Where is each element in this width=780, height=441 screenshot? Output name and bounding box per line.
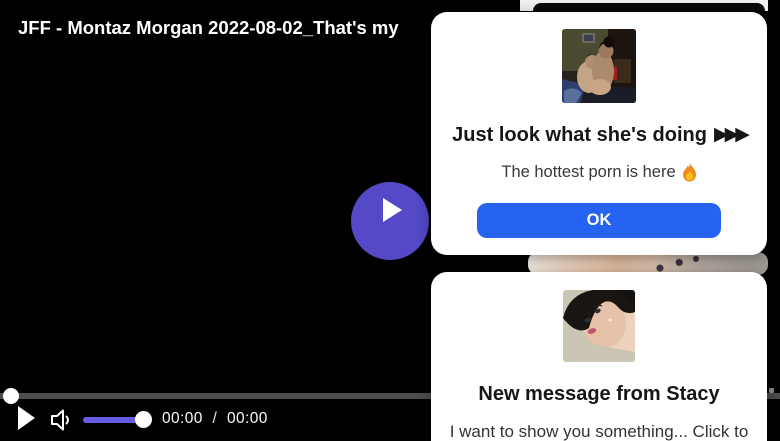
duration: 00:00 (226, 410, 268, 427)
sidebar-thumbnail-top-edge (533, 3, 765, 11)
sidebar-background (520, 0, 768, 11)
progress-thumb[interactable] (3, 388, 19, 404)
scrollbar-dot (769, 388, 774, 393)
volume-slider[interactable] (83, 411, 152, 428)
time-display: 00:00 / 00:00 (162, 410, 268, 428)
video-page: JFF - Montaz Morgan 2022-08-02_That's my… (0, 0, 780, 441)
popup1-heading-text: Just look what she's doing (452, 124, 707, 146)
popup1-body-text: The hottest porn is here (501, 163, 676, 181)
volume-icon (51, 409, 69, 431)
mute-button[interactable] (50, 407, 74, 438)
volume-thumb[interactable] (135, 411, 152, 428)
popup-ad-1: Just look what she's doing ▶▶▶ The hotte… (431, 12, 767, 255)
big-play-button[interactable] (351, 182, 429, 260)
popup2-thumbnail[interactable] (563, 290, 635, 362)
popup1-heading: Just look what she's doing ▶▶▶ (452, 122, 750, 148)
popup2-heading: New message from Stacy (478, 381, 719, 407)
popup2-heading-text: New message from Stacy (478, 383, 720, 405)
ok-button[interactable]: OK (477, 203, 721, 238)
woman-face-graphic (563, 290, 635, 362)
play-button[interactable] (18, 406, 35, 430)
triple-arrow-icon: ▶▶▶ (713, 124, 750, 145)
popup1-thumbnail[interactable] (562, 29, 636, 103)
popup2-body: I want to show you something... Click to (450, 421, 749, 441)
popup2-body-text: I want to show you something... Click to (449, 422, 749, 441)
popup1-body: The hottest porn is here (501, 161, 696, 183)
play-icon (383, 198, 402, 222)
video-title: JFF - Montaz Morgan 2022-08-02_That's my (18, 17, 399, 38)
webcam-photo-graphic (562, 29, 636, 103)
popup-ad-2[interactable]: New message from Stacy I want to show yo… (431, 272, 767, 441)
time-separator: / (212, 410, 218, 427)
flame-icon (682, 162, 696, 181)
current-time: 00:00 (162, 410, 203, 427)
